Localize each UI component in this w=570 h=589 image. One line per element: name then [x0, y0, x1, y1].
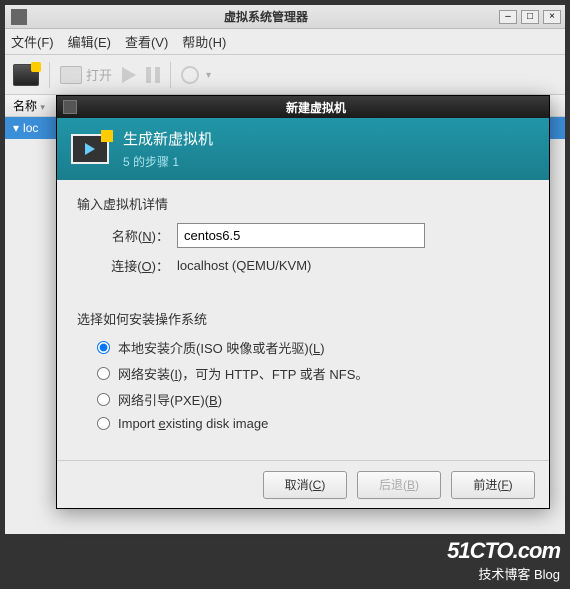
vm-wizard-icon: [71, 134, 109, 164]
expand-icon: ▾: [13, 121, 19, 135]
pause-icon[interactable]: [146, 67, 160, 83]
dialog-title: 新建虚拟机: [83, 99, 549, 116]
name-label: 名称(N)：: [97, 226, 169, 245]
header-step: 5 的步骤 1: [123, 153, 213, 170]
watermark-sub: 技术博客 Blog: [447, 564, 560, 583]
play-icon[interactable]: [122, 67, 136, 83]
main-title: 虚拟系统管理器: [33, 8, 499, 25]
row-label: loc: [23, 121, 38, 135]
sort-icon: ▾: [40, 102, 45, 112]
back-button: 后退(B): [357, 471, 441, 499]
menu-file[interactable]: 文件(F): [11, 32, 54, 51]
dialog-titlebar: 新建虚拟机: [57, 96, 549, 118]
new-vm-dialog: 新建虚拟机 生成新虚拟机 5 的步骤 1 输入虚拟机详情 名称(N)： 连接(O…: [56, 95, 550, 509]
radio-pxe-input[interactable]: [97, 393, 110, 406]
dialog-icon: [63, 100, 77, 114]
forward-button[interactable]: 前进(F): [451, 471, 535, 499]
maximize-button[interactable]: □: [521, 10, 539, 24]
connection-label: 连接(O)：: [97, 256, 169, 275]
install-section-label: 选择如何安装操作系统: [77, 309, 529, 328]
details-section-label: 输入虚拟机详情: [77, 194, 529, 213]
menu-edit[interactable]: 编辑(E): [68, 32, 111, 51]
toolbar: 打开: [5, 55, 565, 95]
radio-network[interactable]: 网络安装(I)，可为 HTTP、FTP 或者 NFS。: [97, 364, 529, 383]
separator: [49, 62, 50, 88]
minimize-button[interactable]: –: [499, 10, 517, 24]
app-icon: [11, 9, 27, 25]
close-button[interactable]: ×: [543, 10, 561, 24]
separator: [170, 62, 171, 88]
radio-network-input[interactable]: [97, 367, 110, 380]
main-titlebar: 虚拟系统管理器 – □ ×: [5, 5, 565, 29]
radio-local[interactable]: 本地安装介质(ISO 映像或者光驱)(L): [97, 338, 529, 357]
dialog-body: 输入虚拟机详情 名称(N)： 连接(O)： localhost (QEMU/KV…: [57, 180, 549, 452]
monitor-icon: [60, 66, 82, 84]
cancel-button[interactable]: 取消(C): [263, 471, 347, 499]
connection-value: localhost (QEMU/KVM): [177, 258, 311, 273]
power-icon[interactable]: [181, 66, 199, 84]
dialog-footer: 取消(C) 后退(B) 前进(F): [57, 460, 549, 508]
watermark-logo: 51CTO.com: [447, 538, 560, 564]
dialog-header: 生成新虚拟机 5 的步骤 1: [57, 118, 549, 180]
radio-import[interactable]: Import existing disk image: [97, 416, 529, 431]
watermark: 51CTO.com 技术博客 Blog: [447, 538, 560, 583]
open-button[interactable]: 打开: [60, 65, 112, 84]
menubar: 文件(F) 编辑(E) 查看(V) 帮助(H): [5, 29, 565, 55]
name-input[interactable]: [177, 223, 425, 248]
new-vm-icon[interactable]: [13, 64, 39, 86]
radio-import-input[interactable]: [97, 417, 110, 430]
menu-view[interactable]: 查看(V): [125, 32, 168, 51]
radio-pxe[interactable]: 网络引导(PXE)(B): [97, 390, 529, 409]
header-title: 生成新虚拟机: [123, 128, 213, 149]
menu-help[interactable]: 帮助(H): [182, 32, 226, 51]
radio-local-input[interactable]: [97, 341, 110, 354]
